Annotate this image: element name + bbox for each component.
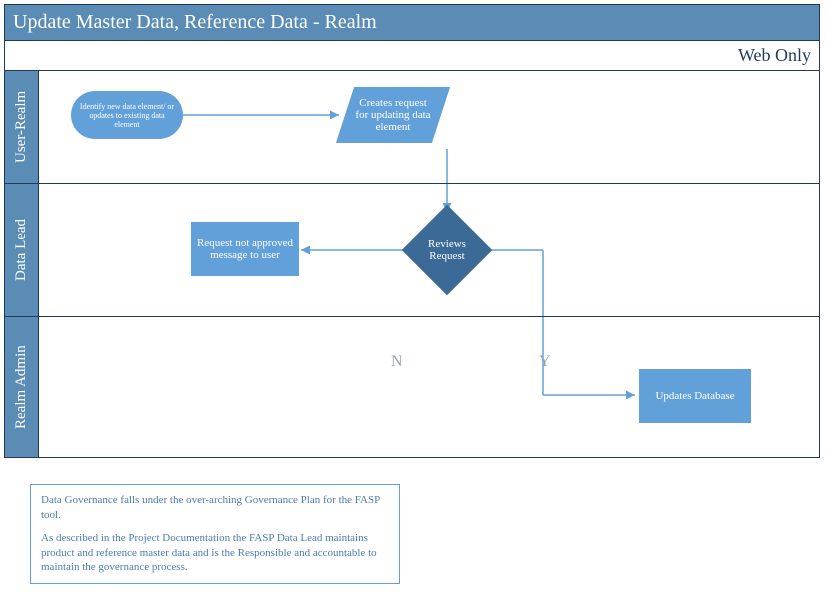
node-reviews-request: Reviews Request [402, 205, 493, 296]
node-updates-database: Updates Database [639, 369, 751, 423]
governance-note-p2: As described in the Project Documentatio… [41, 531, 389, 576]
node-identify-text: Identify new data element/ or updates to… [79, 102, 175, 129]
node-not-approved-text: Request not approved message to user [197, 237, 293, 261]
swimlane-frame: Update Master Data, Reference Data - Rea… [4, 4, 820, 458]
node-updates-database-text: Updates Database [655, 390, 734, 402]
branch-yes: Y [539, 353, 551, 371]
node-create-request: Creates request for updating data elemen… [336, 87, 450, 143]
node-not-approved: Request not approved message to user [191, 222, 299, 276]
node-create-request-text: Creates request for updating data elemen… [353, 97, 433, 133]
lane-user-realm: User-Realm Identify new data element/ or… [5, 71, 819, 184]
lane-body-data-lead: Request not approved message to user Rev… [39, 184, 819, 316]
lane-label-realm-admin: Realm Admin [5, 317, 39, 457]
node-identify: Identify new data element/ or updates to… [71, 91, 183, 139]
governance-note-p1: Data Governance falls under the over-arc… [41, 493, 389, 523]
diagram-subtitle: Web Only [5, 41, 819, 71]
branch-no: N [391, 353, 403, 371]
lanes-container: User-Realm Identify new data element/ or… [5, 71, 819, 457]
lane-body-user-realm: Identify new data element/ or updates to… [39, 71, 819, 183]
lane-label-data-lead: Data Lead [5, 184, 39, 316]
lane-realm-admin: Realm Admin N Y Updates Database [5, 317, 819, 457]
lane-label-user-realm: User-Realm [5, 71, 39, 183]
node-reviews-request-text: Reviews Request [415, 238, 479, 262]
lane-data-lead: Data Lead Request not approved message t… [5, 184, 819, 317]
diagram-title: Update Master Data, Reference Data - Rea… [5, 5, 819, 41]
lane-body-realm-admin: N Y Updates Database [39, 317, 819, 457]
governance-note: Data Governance falls under the over-arc… [30, 484, 400, 584]
